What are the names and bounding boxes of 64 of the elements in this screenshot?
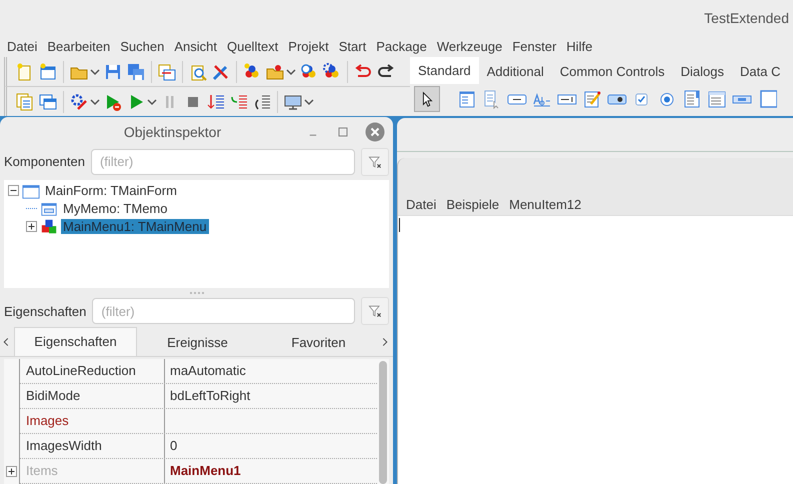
menu-item[interactable]: Start (334, 38, 372, 54)
filter-clear-icon (367, 303, 383, 319)
caret-icon[interactable] (286, 68, 296, 76)
scrollbar[interactable] (379, 361, 387, 484)
tree-item[interactable]: MyMemo: TMemo (61, 201, 170, 216)
tree-item[interactable]: MainForm: TMainForm (43, 183, 179, 198)
clear-filter-button[interactable] (361, 148, 389, 176)
property-value[interactable]: 0 (165, 434, 377, 458)
window-title: TestExtended (704, 10, 789, 26)
menu-item[interactable]: Datei (2, 38, 42, 54)
menu-item[interactable]: Beispiele (441, 196, 504, 212)
combobox-icon[interactable] (707, 89, 727, 109)
field-label: Komponenten (4, 154, 85, 170)
menu-item[interactable]: Bearbeiten (42, 38, 116, 54)
memo-field[interactable] (398, 216, 793, 484)
caret-icon[interactable] (90, 98, 100, 106)
caret-icon[interactable] (304, 98, 314, 106)
property-name[interactable]: AutoLineReduction (20, 359, 165, 383)
property-name[interactable]: ImagesWidth (20, 434, 165, 458)
tree-item[interactable]: MainMenu1: TMainMenu (61, 219, 209, 234)
panel-title: Objektinspektor (122, 124, 222, 140)
list-icon[interactable] (457, 89, 477, 109)
inspector-tab[interactable]: Ereignisse (137, 330, 258, 356)
filter-field[interactable]: (filter) (90, 148, 355, 175)
menu-item[interactable]: Projekt (283, 38, 334, 54)
menu-item[interactable]: Hilfe (561, 38, 598, 54)
property-value[interactable]: MainMenu1 (165, 459, 377, 483)
menu-item[interactable]: MenuItem12 (504, 196, 586, 212)
menu-item[interactable]: Datei (401, 196, 442, 212)
menu-item[interactable]: Package (371, 38, 432, 54)
windows-icon[interactable] (38, 92, 58, 112)
caret-icon[interactable] (147, 98, 157, 106)
property-value[interactable]: maAutomatic (165, 359, 377, 383)
inspector-tab[interactable]: Favoriten (258, 330, 379, 356)
toggle-form-icon[interactable] (157, 62, 177, 82)
palette-tab[interactable]: Dialogs (672, 60, 732, 84)
caret-icon[interactable] (90, 68, 100, 76)
clear-filter-button[interactable] (361, 297, 389, 325)
menu-item[interactable]: Quelltext (222, 38, 284, 54)
palette-tab[interactable]: Common Controls (552, 60, 673, 84)
listbox-icon[interactable] (682, 89, 702, 109)
palette-tab[interactable]: Data C (732, 60, 788, 84)
menu-item[interactable]: Fenster (507, 38, 562, 54)
close-icon[interactable] (365, 122, 385, 142)
pages-icon[interactable] (15, 92, 35, 112)
collapse-icon[interactable] (8, 185, 19, 196)
menu-item[interactable]: Werkzeuge (432, 38, 508, 54)
expand-icon[interactable] (6, 466, 17, 476)
field-label: Eigenschaften (4, 304, 86, 318)
palette-tab[interactable]: Standard (410, 57, 479, 84)
save-all-icon[interactable] (126, 62, 146, 82)
property-value[interactable]: bdLeftToRight (165, 384, 377, 408)
pointer-tool[interactable] (414, 86, 440, 112)
new-window-icon[interactable] (38, 62, 58, 82)
memo-icon[interactable] (582, 89, 602, 109)
property-name[interactable]: Images (20, 409, 165, 433)
inspector-tab[interactable]: Eigenschaften (14, 327, 137, 356)
menu-item[interactable]: Ansicht (169, 38, 222, 54)
filter-field[interactable]: (filter) (92, 298, 355, 324)
expand-icon[interactable] (26, 221, 37, 232)
palette-tab[interactable]: Additional (478, 60, 552, 84)
property-name[interactable]: BidiMode (20, 384, 165, 408)
menu-item[interactable]: Suchen (115, 38, 170, 54)
menu-component-icon (40, 218, 58, 236)
